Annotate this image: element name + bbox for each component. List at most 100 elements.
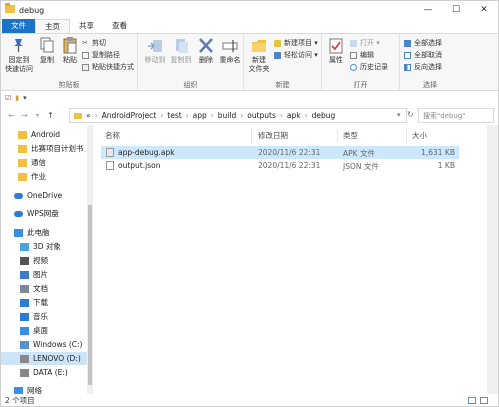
customize-qat-icon[interactable]: ▾ <box>23 94 27 102</box>
navigation-scrollbar[interactable] <box>87 125 93 394</box>
edit-button[interactable]: 编辑 <box>350 50 374 60</box>
breadcrumb-overflow[interactable]: « <box>86 111 91 120</box>
nav-item-3d-objects[interactable]: 3D 对象 <box>1 240 87 253</box>
nav-label: 视频 <box>33 256 48 265</box>
copy-to-button[interactable]: 复制到 <box>169 37 193 65</box>
copy-icon <box>40 37 54 53</box>
rename-label: 重命名 <box>219 56 241 64</box>
paste-shortcut-button[interactable]: 粘贴快捷方式 <box>82 62 134 72</box>
address-dropdown-icon[interactable]: ▾ <box>397 111 401 119</box>
address-bar[interactable]: «› AndroidProject › test › app › build › out… <box>69 108 407 123</box>
tab-view[interactable]: 查看 <box>103 19 136 33</box>
maximize-button[interactable]: ☐ <box>442 1 470 19</box>
paste-shortcut-icon <box>82 63 89 71</box>
nav-item-proposal[interactable]: 比赛项目计划书 <box>1 142 87 155</box>
column-divider[interactable] <box>251 129 252 143</box>
nav-item-drive-e[interactable]: DATA (E:) <box>1 366 87 379</box>
open-group-label: 打开 <box>353 81 368 89</box>
new-item-button[interactable]: 新建项目 ▾ <box>274 38 318 48</box>
open-label: 打开 ▾ <box>360 39 380 47</box>
folder-qat-icon[interactable]: ▮ <box>15 94 19 102</box>
column-date[interactable]: 修改日期 <box>258 130 288 142</box>
nav-item-network[interactable]: 网络 <box>1 384 87 394</box>
select-all-button[interactable]: 全部选择 <box>404 38 442 48</box>
rename-icon <box>222 40 238 52</box>
copy-button[interactable]: 复制 <box>38 37 56 65</box>
nav-item-documents[interactable]: 文档 <box>1 282 87 295</box>
nav-item-communication[interactable]: 通信 <box>1 156 87 169</box>
download-icon <box>20 298 29 307</box>
select-group-label: 选择 <box>423 81 437 89</box>
open-button[interactable]: 打开 ▾ <box>350 38 380 48</box>
breadcrumb-androidproject[interactable]: AndroidProject <box>102 111 157 120</box>
file-row-json[interactable]: output.json 2020/11/6 22:31 JSON 文件 1 KB <box>101 159 459 172</box>
window-title: debug <box>19 5 45 15</box>
column-size[interactable]: 大小 <box>412 130 427 142</box>
column-divider[interactable] <box>406 129 407 143</box>
nav-label: 比赛项目计划书 <box>31 144 84 153</box>
file-list: 名称 修改日期 类型 大小 app-debug.apk 2020/11/6 22… <box>101 125 487 394</box>
breadcrumb-test[interactable]: test <box>167 111 181 120</box>
column-divider[interactable] <box>337 129 338 143</box>
nav-item-this-pc[interactable]: 此电脑 <box>1 226 87 239</box>
copy-to-icon <box>176 39 188 53</box>
tab-share[interactable]: 共享 <box>70 19 103 33</box>
navigation-scroll-thumb[interactable] <box>88 205 92 385</box>
rename-button[interactable]: 重命名 <box>218 37 242 65</box>
breadcrumb-outputs[interactable]: outputs <box>247 111 276 120</box>
easy-access-button[interactable]: 轻松访问 ▾ <box>274 50 318 60</box>
nav-item-desktop[interactable]: 桌面 <box>1 324 87 337</box>
details-view-icon[interactable] <box>468 397 476 404</box>
column-type[interactable]: 类型 <box>343 130 358 142</box>
paste-button[interactable]: 粘贴 <box>61 37 79 65</box>
breadcrumb-build[interactable]: build <box>218 111 236 120</box>
nav-item-homework[interactable]: 作业 <box>1 170 87 183</box>
forward-arrow-icon[interactable]: → <box>18 111 31 120</box>
up-arrow-icon[interactable]: ↑ <box>44 111 57 120</box>
tab-file[interactable]: 文件 <box>2 19 35 33</box>
recent-chevron-icon[interactable]: ▾ <box>31 112 44 119</box>
column-name[interactable]: 名称 <box>105 130 120 142</box>
move-to-button[interactable]: 移动到 <box>143 37 167 65</box>
tab-home[interactable]: 主页 <box>35 19 70 33</box>
properties-qat-icon[interactable]: ☑ <box>5 94 11 102</box>
nav-item-android[interactable]: Android <box>1 128 87 141</box>
new-group-label: 新建 <box>275 81 290 89</box>
refresh-icon[interactable]: ↻ <box>407 110 414 119</box>
cloud-icon <box>14 210 23 217</box>
file-size: 1 KB <box>437 161 455 170</box>
tiles-view-icon[interactable] <box>480 397 488 404</box>
folder-icon <box>5 3 15 13</box>
close-button[interactable]: ✕ <box>470 1 498 19</box>
breadcrumb-app[interactable]: app <box>193 111 207 120</box>
invert-selection-button[interactable]: 反向选择 <box>404 62 442 72</box>
nav-item-drive-c[interactable]: Windows (C:) <box>1 338 87 351</box>
nav-item-videos[interactable]: 视频 <box>1 254 87 267</box>
new-folder-button[interactable]: 新建 文件夹 <box>247 37 271 74</box>
nav-item-pictures[interactable]: 图片 <box>1 268 87 281</box>
pin-quick-access-button[interactable]: 固定到 快速访问 <box>4 37 34 74</box>
properties-button[interactable]: 属性 <box>326 37 346 65</box>
delete-button[interactable]: 删除 <box>197 37 215 65</box>
json-file-icon <box>106 161 114 170</box>
nav-item-wps[interactable]: WPS网盘 <box>1 207 87 220</box>
breadcrumb-debug[interactable]: debug <box>312 111 336 120</box>
paste-icon <box>63 37 77 54</box>
breadcrumb-apk[interactable]: apk <box>287 111 301 120</box>
file-list-scrollbar[interactable] <box>487 125 498 394</box>
nav-item-onedrive[interactable]: OneDrive <box>1 189 87 202</box>
search-input[interactable]: 搜索"debug" <box>418 108 494 123</box>
document-icon <box>20 284 29 293</box>
new-item-label: 新建项目 ▾ <box>284 39 318 47</box>
nav-item-music[interactable]: 音乐 <box>1 310 87 323</box>
minimize-button[interactable]: — <box>414 1 442 19</box>
history-button[interactable]: 历史记录 <box>350 62 388 72</box>
nav-item-drive-d[interactable]: LENOVO (D:) <box>1 352 87 365</box>
folder-icon <box>18 144 27 153</box>
nav-item-downloads[interactable]: 下载 <box>1 296 87 309</box>
file-row-apk[interactable]: app-debug.apk 2020/11/6 22:31 APK 文件 1,6… <box>101 146 459 159</box>
copy-path-button[interactable]: 复制路径 <box>82 50 120 60</box>
select-none-button[interactable]: 全部取消 <box>404 50 442 60</box>
back-arrow-icon[interactable]: ← <box>5 111 18 120</box>
cut-button[interactable]: ✂ 剪切 <box>82 38 106 48</box>
